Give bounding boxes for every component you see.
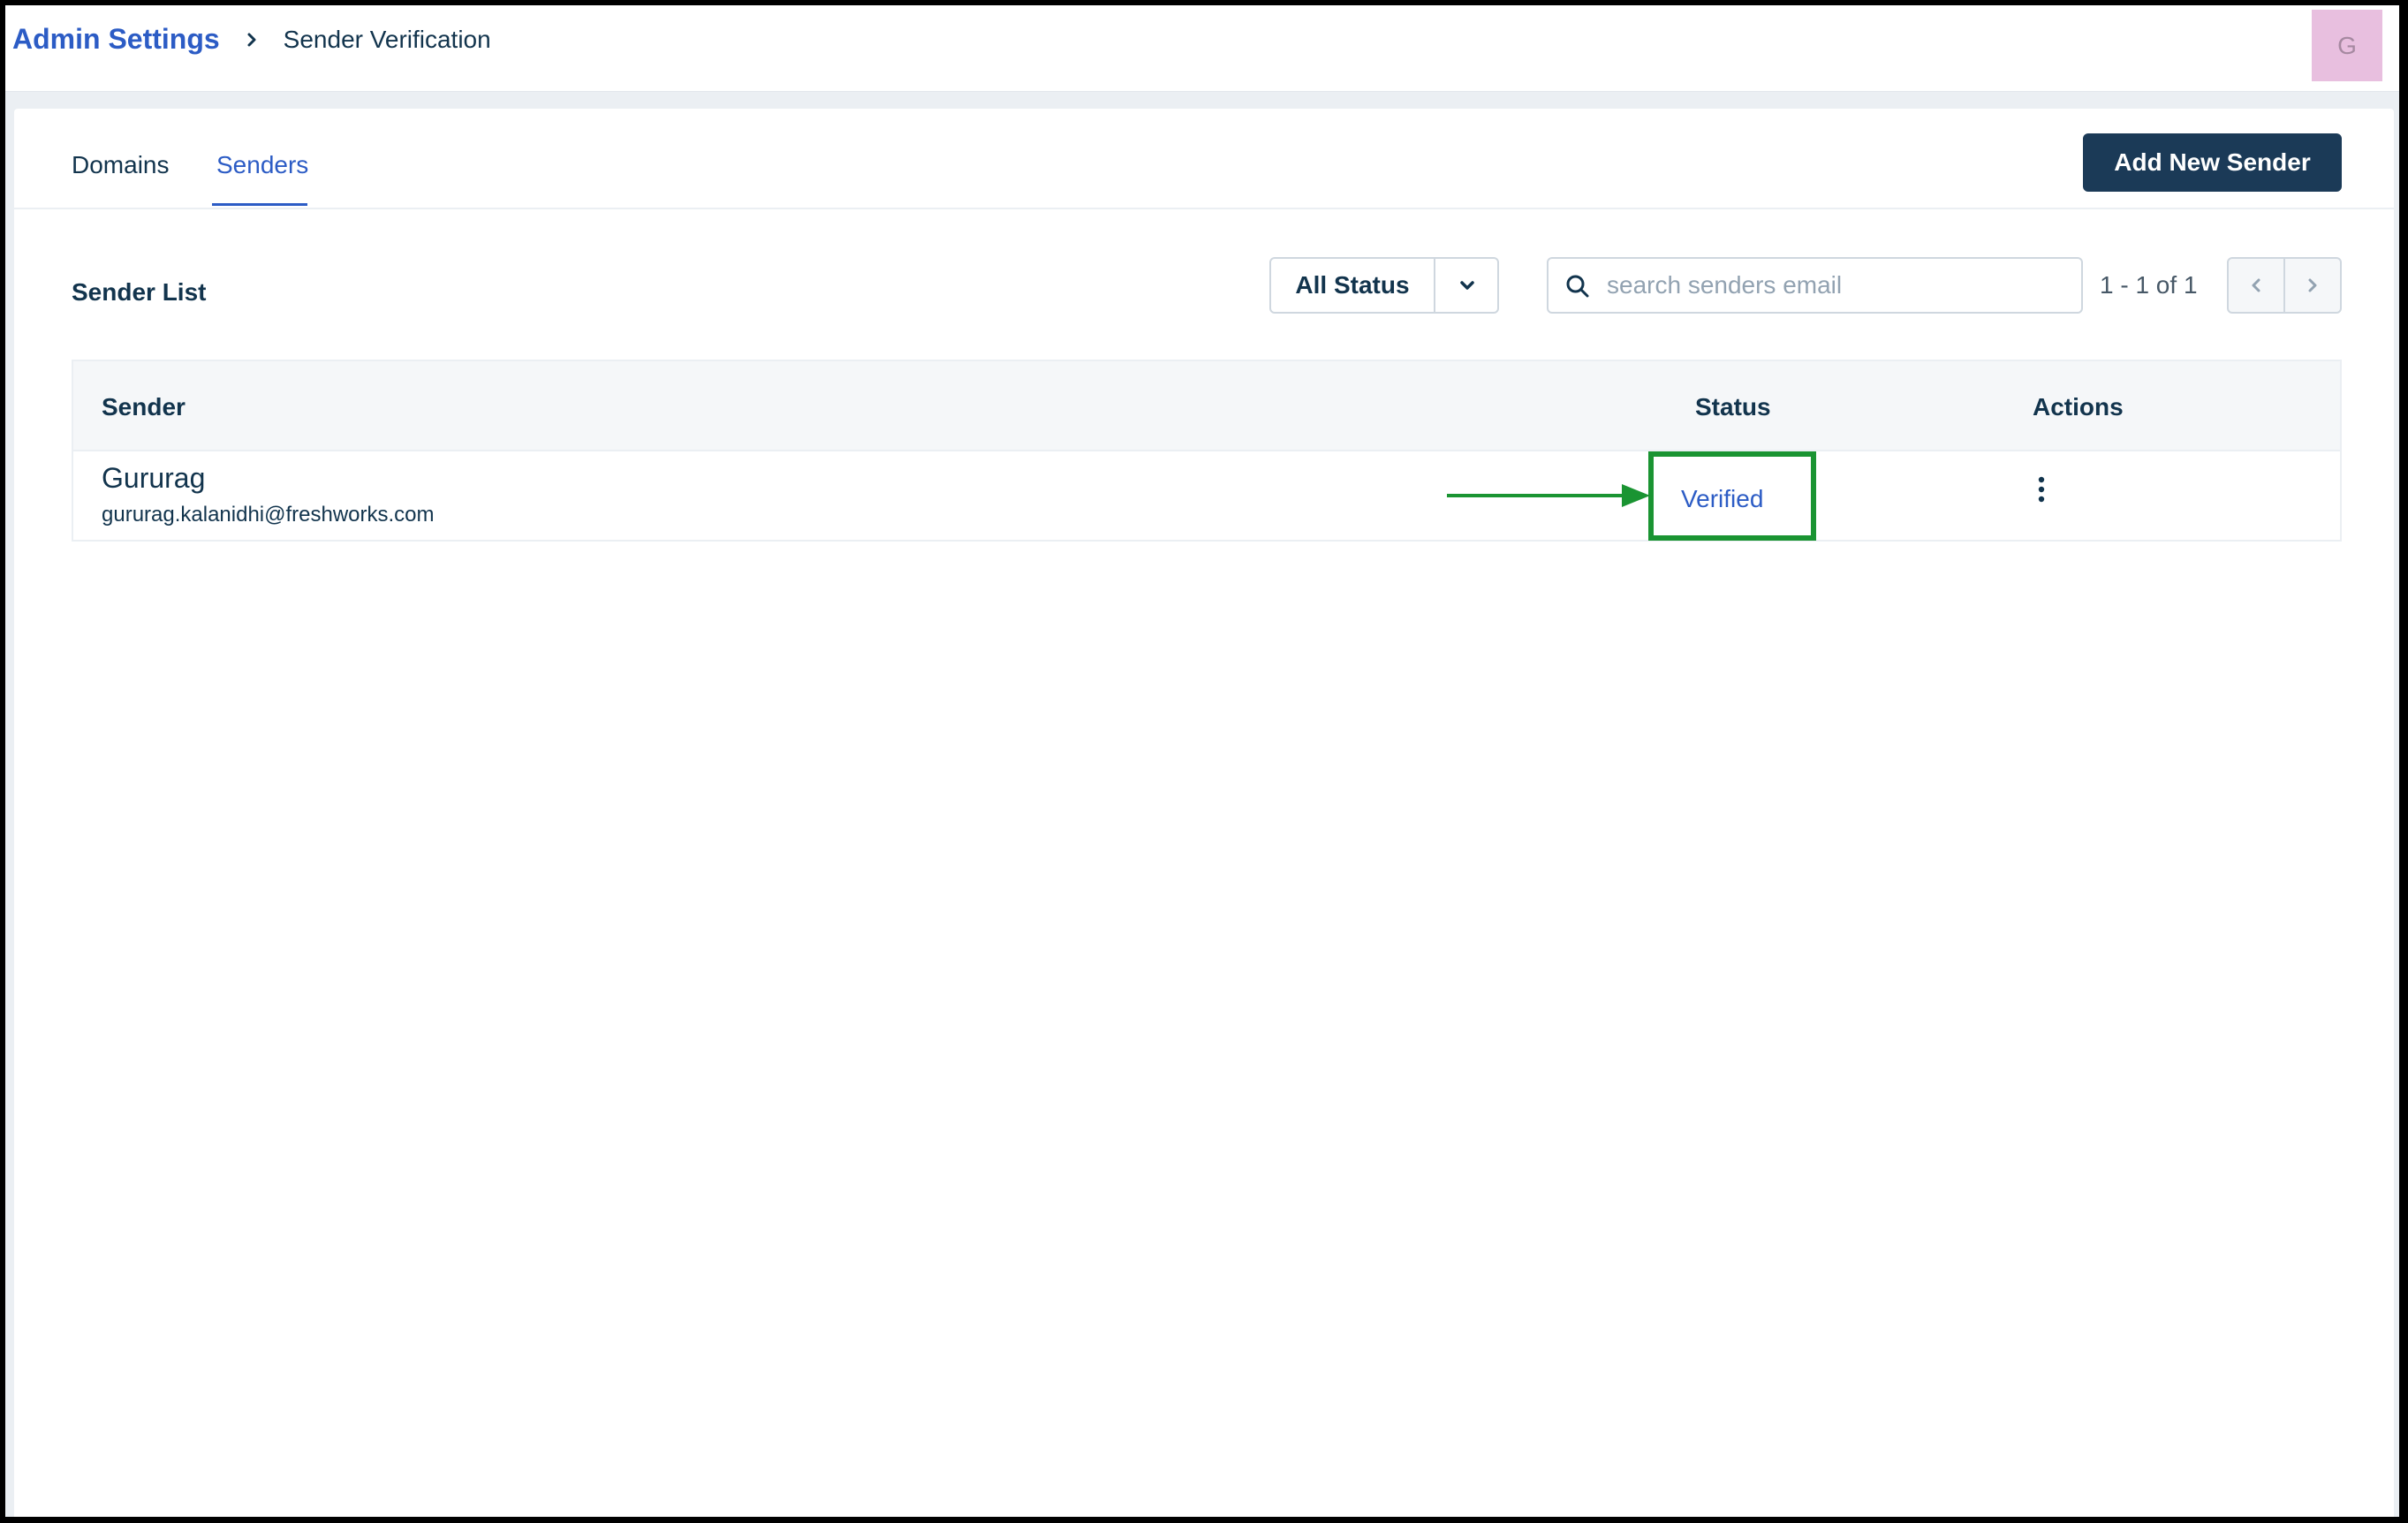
chevron-right-icon — [247, 33, 256, 46]
page-title: Sender Verification — [283, 25, 491, 53]
table-row: Gururag gururag.kalanidhi@freshworks.com… — [73, 451, 2340, 540]
pagination-text: 1 - 1 of 1 — [2100, 271, 2198, 299]
tab-bar: Domains Senders Add New Sender — [14, 109, 2394, 209]
tab-domains[interactable]: Domains — [72, 151, 169, 179]
more-vertical-icon[interactable] — [2031, 473, 2052, 508]
pagination-controls — [2227, 257, 2342, 314]
chevron-left-icon — [2252, 278, 2260, 292]
breadcrumb: Admin Settings Sender Verification — [12, 23, 491, 56]
search-input[interactable] — [1607, 264, 2066, 307]
annotation-highlight-box — [1648, 451, 1816, 541]
status-filter-value: All Status — [1295, 271, 1410, 299]
active-tab-indicator — [212, 203, 307, 206]
add-new-sender-button[interactable]: Add New Sender — [2083, 133, 2342, 192]
top-header: Admin Settings Sender Verification G — [5, 5, 2399, 92]
chevron-right-icon — [2308, 278, 2317, 292]
breadcrumb-admin-settings-link[interactable]: Admin Settings — [12, 23, 220, 56]
app-window: Admin Settings Sender Verification G Dom… — [5, 5, 2399, 1517]
avatar[interactable]: G — [2312, 10, 2382, 81]
search-icon — [1566, 275, 1589, 298]
next-page-button[interactable] — [2283, 259, 2340, 312]
column-header-status: Status — [1695, 393, 1771, 421]
main-card: Domains Senders Add New Sender Sender Li… — [14, 109, 2394, 1517]
search-box — [1547, 257, 2083, 314]
sender-table: Sender Status Actions Gururag gururag.ka… — [72, 360, 2342, 542]
column-header-actions: Actions — [2033, 393, 2124, 421]
avatar-initial: G — [2337, 31, 2357, 59]
sender-name: Gururag — [102, 462, 206, 494]
tab-senders[interactable]: Senders — [216, 151, 308, 179]
column-header-sender: Sender — [102, 393, 186, 421]
prev-page-button[interactable] — [2229, 259, 2283, 312]
sender-list-title: Sender List — [72, 278, 207, 306]
status-filter-toggle[interactable] — [1434, 259, 1499, 312]
table-header: Sender Status Actions — [73, 361, 2340, 451]
annotation-arrow-icon — [1447, 484, 1650, 507]
chevron-down-icon — [1460, 281, 1474, 290]
status-filter-dropdown[interactable]: All Status — [1269, 257, 1499, 314]
sender-email: gururag.kalanidhi@freshworks.com — [102, 503, 435, 527]
